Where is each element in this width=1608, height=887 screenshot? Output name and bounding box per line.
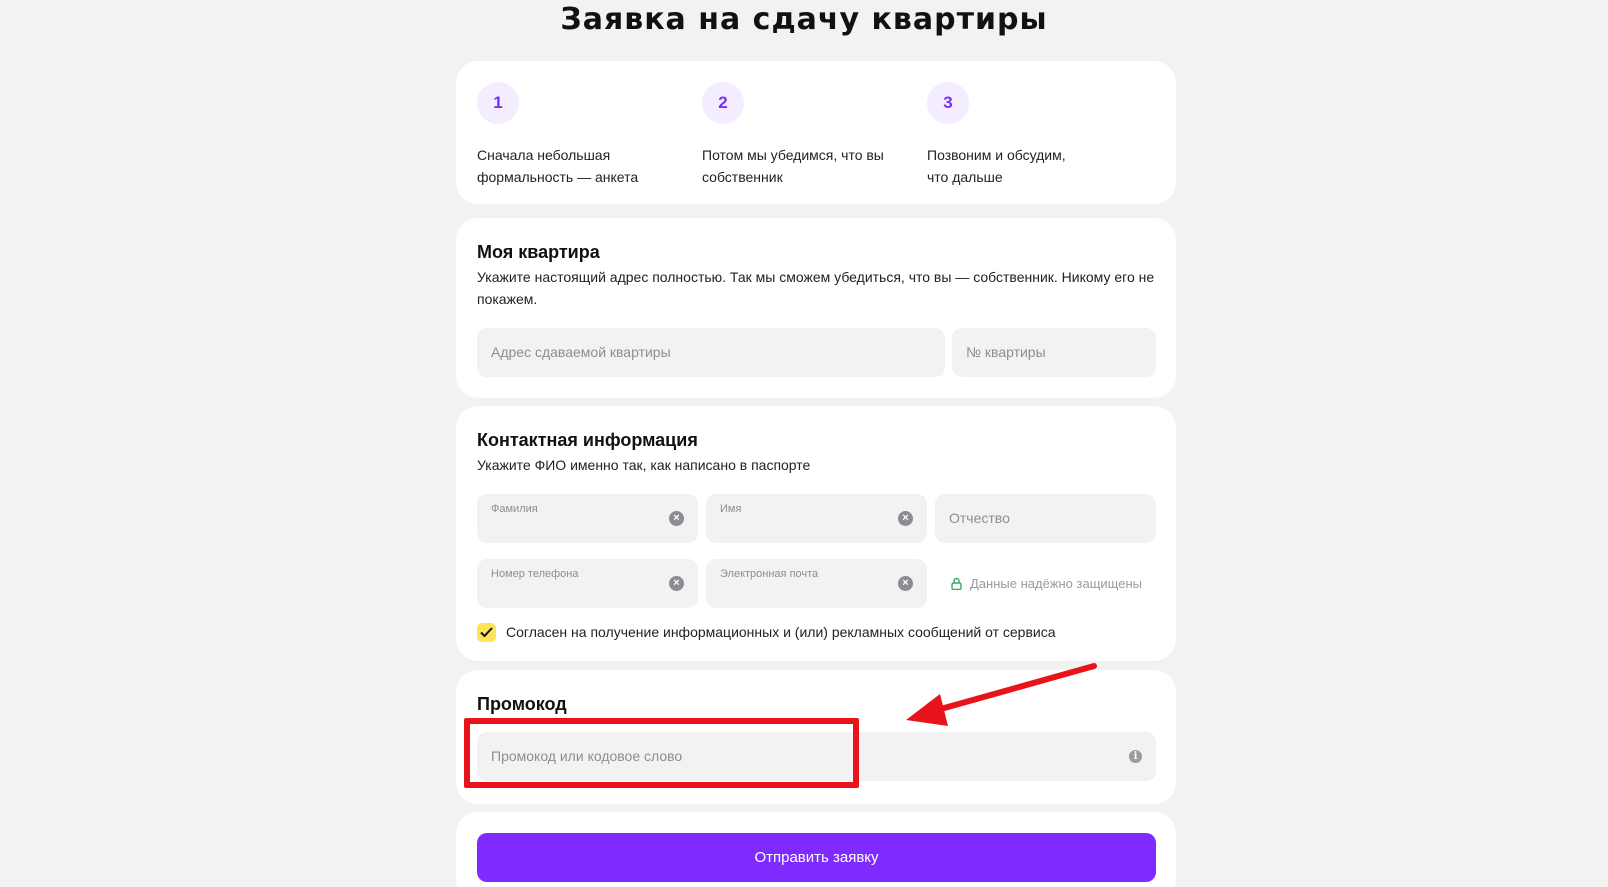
annotation-arrow-icon — [906, 663, 1097, 726]
